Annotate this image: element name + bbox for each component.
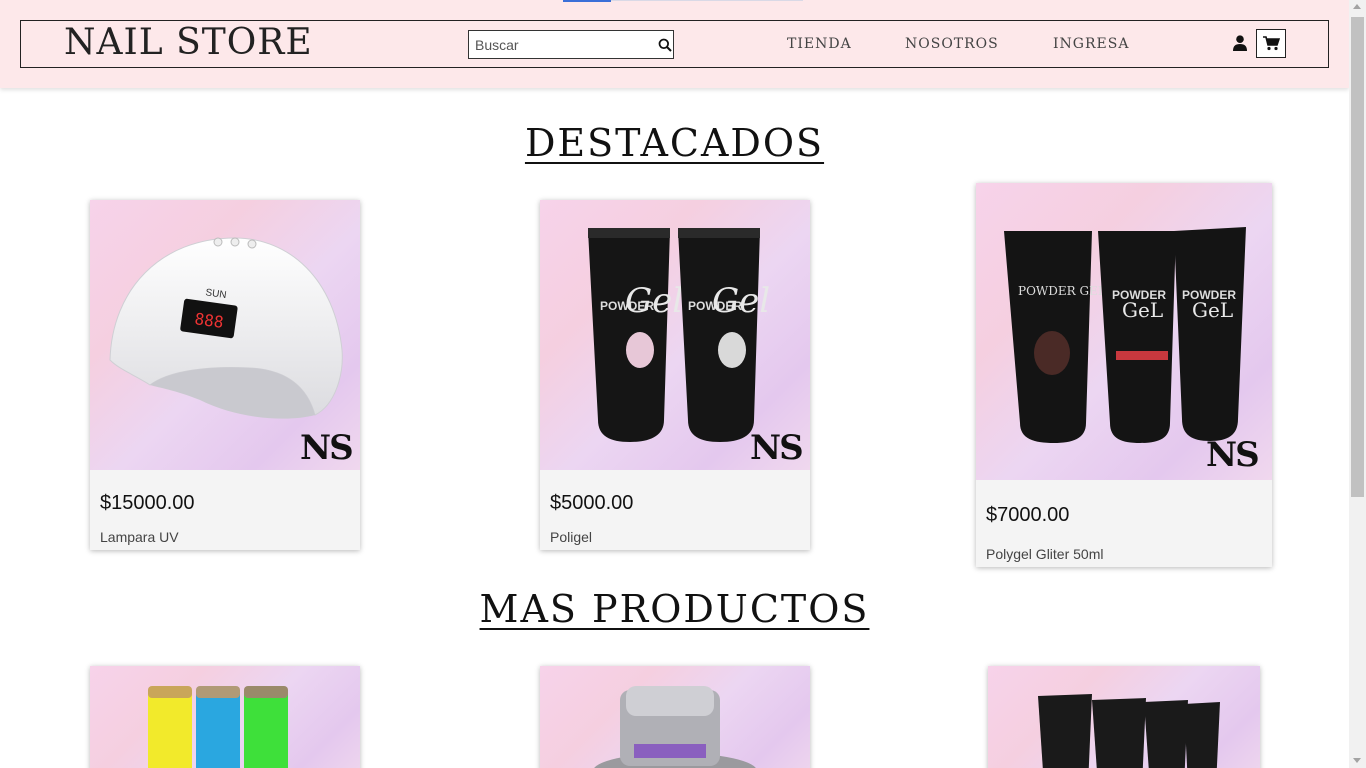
more-products-section-title: MAS PRODUCTOS: [479, 587, 870, 631]
product-image-more-2: [540, 666, 810, 768]
scroll-down-arrow-icon[interactable]: [1353, 758, 1361, 763]
product-card-more-3[interactable]: [988, 666, 1260, 768]
svg-text:888: 888: [193, 309, 224, 332]
svg-text:GeL: GeL: [1192, 298, 1233, 322]
nav-ingresa[interactable]: INGRESA: [1053, 36, 1129, 52]
cart-icon: [1262, 36, 1280, 51]
product-image-poligel: POWDER Gel POWDER Gel NS: [540, 200, 810, 470]
user-icon: [1233, 35, 1247, 51]
svg-text:GeL: GeL: [1122, 298, 1163, 322]
search-button[interactable]: [656, 31, 673, 58]
product-name: Polygel Gliter 50ml: [986, 546, 1104, 562]
product-image-lampara-uv: 888 SUN NS: [90, 200, 360, 470]
featured-section-title: DESTACADOS: [524, 121, 825, 165]
powder-jar-illustration: [594, 686, 756, 768]
product-name: Lampara UV: [100, 529, 179, 545]
product-price: $5000.00: [550, 492, 634, 514]
gel-tubes-illustration: [1038, 694, 1220, 768]
product-image-more-1: [90, 666, 360, 768]
brand-watermark: NS: [300, 428, 354, 468]
site-logo[interactable]: NAIL STORE: [64, 22, 313, 63]
search-box: [468, 30, 674, 59]
product-name: Poligel: [550, 529, 593, 545]
product-card-lampara-uv[interactable]: 888 SUN NS $15000.00 Lampara UV: [90, 200, 360, 550]
product-image-polygel-gliter: POWDER GEL POWDER GeL POWDER GeL NS: [976, 183, 1272, 480]
search-input[interactable]: [469, 31, 656, 58]
product-price: $15000.00: [100, 492, 195, 514]
nav-nosotros[interactable]: NOSOTROS: [905, 36, 999, 52]
svg-text:Gel: Gel: [625, 281, 683, 321]
cart-button[interactable]: [1256, 29, 1286, 58]
top-accent-line: [611, 0, 803, 1]
top-accent-bar: [563, 0, 611, 2]
scroll-up-arrow-icon[interactable]: [1353, 4, 1361, 9]
product-image-more-3: [988, 666, 1260, 768]
product-card-more-1[interactable]: [90, 666, 360, 768]
product-card-poligel[interactable]: POWDER Gel POWDER Gel NS $5000.00 Polige…: [540, 200, 810, 550]
search-icon: [658, 38, 672, 52]
scrollbar-thumb[interactable]: [1351, 17, 1364, 497]
brand-watermark: NS: [1206, 435, 1260, 475]
svg-text:Gel: Gel: [712, 281, 770, 321]
user-button[interactable]: [1230, 33, 1250, 53]
product-price: $7000.00: [986, 504, 1070, 526]
colored-lamps-illustration: [148, 686, 288, 768]
svg-text:POWDER GEL: POWDER GEL: [1018, 284, 1106, 298]
brand-watermark: NS: [750, 428, 804, 468]
nav-tienda[interactable]: TIENDA: [787, 36, 852, 52]
product-card-polygel-gliter[interactable]: POWDER GEL POWDER GeL POWDER GeL NS $700…: [976, 183, 1272, 567]
product-card-more-2[interactable]: [540, 666, 810, 768]
site-header: NAIL STORE TIENDA NOSOTROS INGRESA: [0, 0, 1349, 88]
